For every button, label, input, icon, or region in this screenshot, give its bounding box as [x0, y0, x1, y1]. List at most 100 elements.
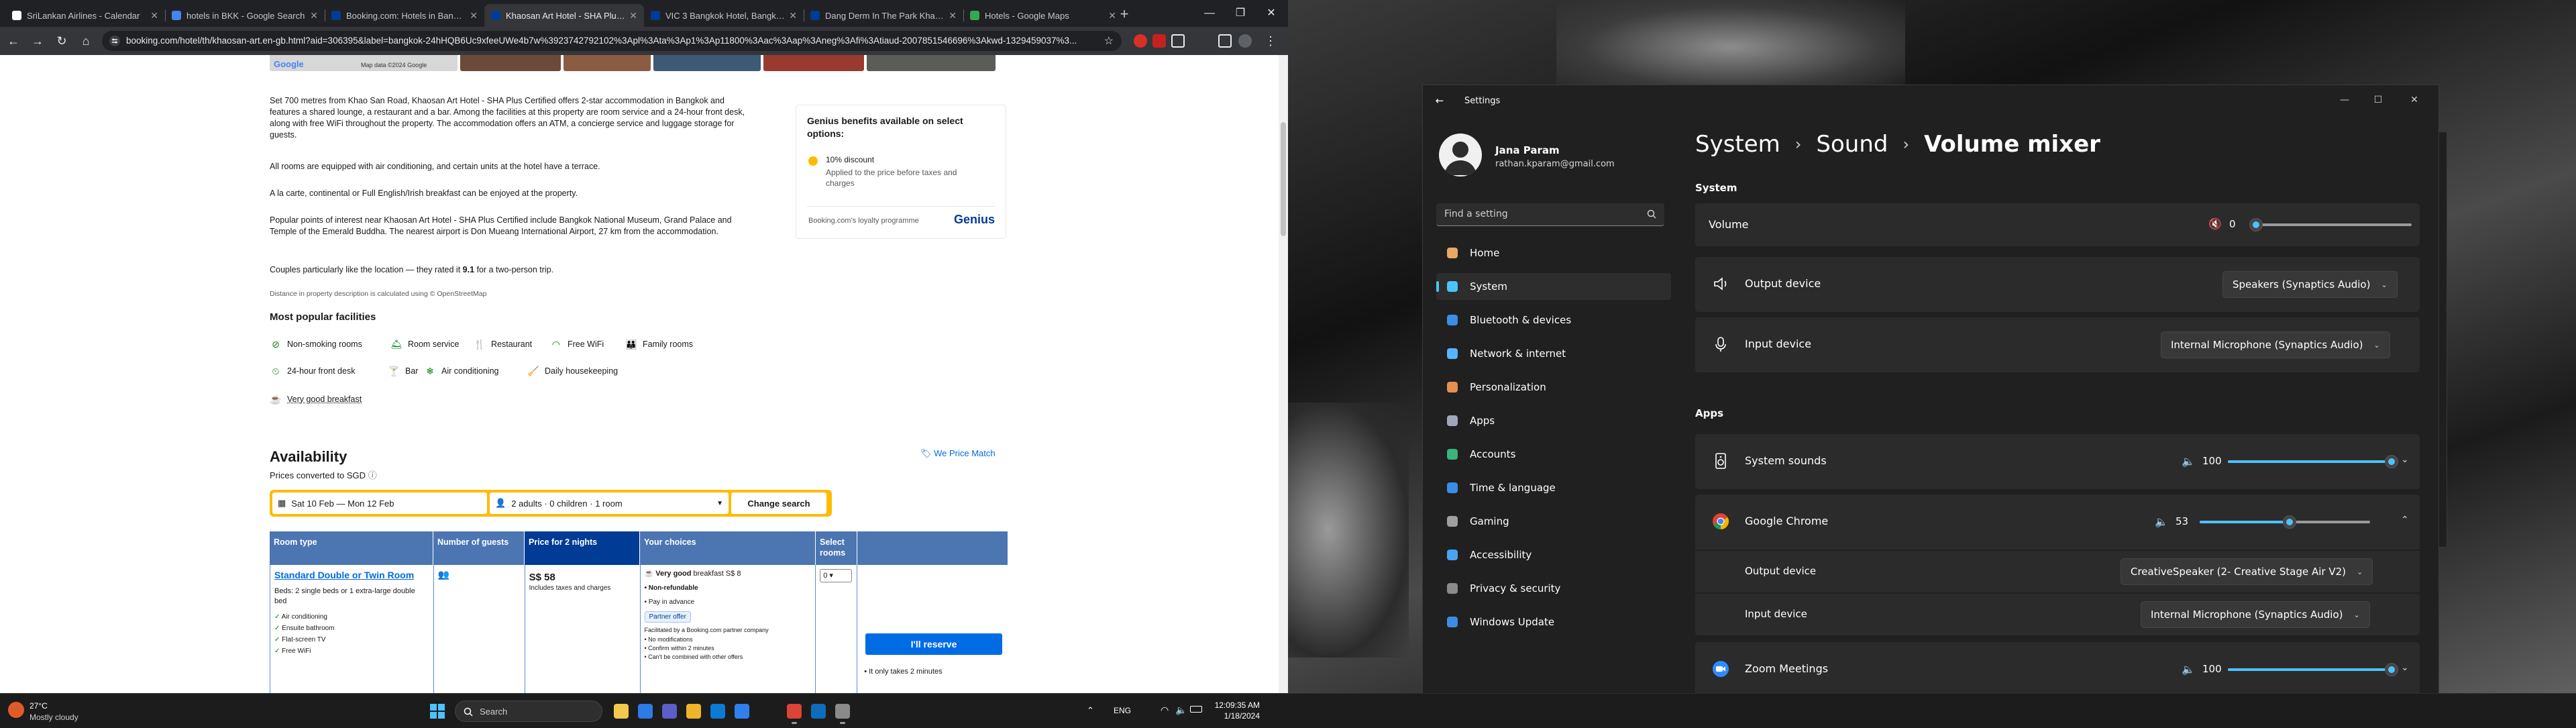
teams-taskbar-button[interactable] — [659, 700, 680, 722]
tab-6[interactable]: Dang Derm In The Park Khaosa... ✕ — [804, 4, 963, 27]
nav-item-home[interactable]: Home — [1436, 240, 1671, 266]
notes-taskbar-button[interactable] — [683, 700, 704, 722]
speaker-icon[interactable]: 🔈 — [2154, 515, 2169, 529]
speaker-mute-icon[interactable]: 🔇 — [2208, 217, 2222, 231]
site-info-icon[interactable] — [109, 35, 121, 47]
slider-thumb[interactable] — [2283, 515, 2296, 529]
slider-thumb[interactable] — [2385, 663, 2398, 676]
output-device-dropdown[interactable]: Speakers (Synaptics Audio) ⌄ — [2222, 271, 2398, 298]
slider-thumb[interactable] — [2249, 218, 2263, 231]
room-quantity-select[interactable]: 0 ▾ — [820, 569, 853, 582]
close-window-button[interactable]: ✕ — [1256, 0, 1287, 27]
nav-item-network-internet[interactable]: Network & internet — [1436, 340, 1671, 367]
maximize-button[interactable]: ❐ — [1225, 0, 1256, 27]
tab-close-icon[interactable]: ✕ — [789, 10, 797, 21]
nav-item-apps[interactable]: Apps — [1436, 407, 1671, 434]
language-indicator[interactable]: ENG — [1114, 706, 1131, 715]
volume-tray-icon[interactable]: 🔈 — [1175, 705, 1187, 716]
expand-chevron-icon[interactable]: ⌄ — [2401, 662, 2409, 673]
tab-2[interactable]: hotels in BKK - Google Search ✕ — [165, 4, 325, 27]
nav-item-accounts[interactable]: Accounts — [1436, 441, 1671, 468]
settings-gear-taskbar-button[interactable] — [832, 700, 853, 724]
col-price[interactable]: Price for 2 nights — [525, 531, 640, 565]
price-match-link[interactable]: 🏷 We Price Match — [920, 448, 996, 459]
windows-start-icon[interactable] — [429, 703, 445, 719]
tab-close-icon[interactable]: ✕ — [470, 10, 478, 21]
nav-item-personalization[interactable]: Personalization — [1436, 374, 1671, 401]
hotel-photo[interactable] — [867, 55, 996, 71]
speaker-icon[interactable]: 🔈 — [2181, 454, 2196, 469]
find-setting-input[interactable]: Find a setting — [1436, 203, 1664, 226]
hotel-photo[interactable] — [653, 55, 761, 71]
bookmark-star-icon[interactable]: ☆ — [1104, 34, 1114, 48]
room-name-link[interactable]: Standard Double or Twin Room — [274, 569, 429, 581]
extension-icon[interactable] — [1134, 34, 1147, 48]
nav-item-accessibility[interactable]: Accessibility — [1436, 541, 1671, 568]
clock[interactable]: 12:09:35 AM 1/18/2024 — [1213, 700, 1260, 721]
slider-thumb[interactable] — [2385, 455, 2398, 468]
nav-item-windows-update[interactable]: Windows Update — [1436, 609, 1671, 635]
tab-close-icon[interactable]: ✕ — [949, 10, 957, 21]
file-explorer-taskbar-button[interactable] — [610, 700, 632, 722]
speaker-icon[interactable]: 🔈 — [2181, 662, 2196, 677]
breadcrumb-sound[interactable]: Sound — [1816, 131, 1888, 158]
taskbar-search[interactable]: Search — [455, 700, 602, 722]
tab-close-icon[interactable]: ✕ — [310, 10, 318, 21]
back-arrow-icon[interactable]: ← — [1432, 93, 1447, 108]
page-scrollbar[interactable] — [1279, 55, 1288, 693]
nav-item-gaming[interactable]: Gaming — [1436, 508, 1671, 535]
chrome-output-dropdown[interactable]: CreativeSpeaker (2- Creative Stage Air V… — [2121, 558, 2373, 585]
back-icon[interactable]: ← — [4, 32, 23, 50]
collapse-chevron-icon[interactable]: ⌃ — [2401, 515, 2409, 525]
side-panel-icon[interactable] — [1218, 34, 1232, 48]
new-tab-button[interactable]: + — [1115, 5, 1134, 24]
vscode-taskbar-button[interactable] — [731, 700, 753, 722]
mail-taskbar-button[interactable] — [635, 700, 656, 722]
chrome-taskbar-taskbar-button[interactable] — [784, 700, 805, 724]
info-icon[interactable]: ⓘ — [368, 470, 377, 480]
tab-7[interactable]: Hotels - Google Maps ✕ — [963, 4, 1123, 27]
minimize-button[interactable]: — — [2335, 92, 2354, 108]
store-taskbar-button[interactable] — [707, 700, 729, 722]
app-volume-slider[interactable] — [2228, 662, 2398, 678]
maximize-button[interactable]: ☐ — [2369, 92, 2387, 108]
show-hidden-icons[interactable]: ⌃ — [1087, 705, 1094, 716]
scrollbar-thumb[interactable] — [1281, 122, 1286, 236]
map-thumbnail[interactable]: Google Map data ©2024 Google — [270, 55, 458, 71]
change-search-button[interactable]: Change search — [731, 492, 826, 514]
extensions-puzzle-icon[interactable] — [1171, 34, 1185, 48]
date-picker[interactable]: ▦ Sat 10 Feb — Mon 12 Feb — [272, 492, 487, 514]
expand-chevron-icon[interactable]: ⌄ — [2401, 454, 2409, 465]
input-device-dropdown[interactable]: Internal Microphone (Synaptics Audio) ⌄ — [2161, 331, 2390, 358]
battery-icon[interactable] — [1190, 706, 1202, 713]
guests-picker[interactable]: 👤 2 adults · 0 children · 1 room ▼ — [490, 492, 729, 514]
breadcrumb-system[interactable]: System — [1695, 131, 1780, 158]
nav-item-time-language[interactable]: Time & language — [1436, 474, 1671, 501]
tab-1[interactable]: SriLankan Airlines - Calendar ✕ — [5, 4, 165, 27]
forward-icon[interactable]: → — [28, 32, 47, 50]
app-volume-slider[interactable] — [2200, 514, 2370, 530]
reserve-button[interactable]: I'll reserve — [865, 633, 1002, 655]
facility-breakfast[interactable]: ☕ Very good breakfast — [270, 393, 362, 405]
tab-close-icon[interactable]: ✕ — [629, 10, 637, 21]
chrome-input-dropdown[interactable]: Internal Microphone (Synaptics Audio) ⌄ — [2141, 601, 2370, 628]
tab-3[interactable]: Booking.com: Hotels in Bangk... ✕ — [325, 4, 484, 27]
profile-avatar[interactable] — [1238, 34, 1252, 48]
hotel-photo[interactable] — [460, 55, 561, 71]
user-avatar[interactable] — [1439, 134, 1482, 176]
address-bar[interactable]: booking.com/hotel/th/khaosan-art.en-gb.h… — [102, 31, 1122, 51]
tab-close-icon[interactable]: ✕ — [150, 10, 158, 21]
nav-item-privacy-security[interactable]: Privacy & security — [1436, 575, 1671, 602]
app-volume-slider[interactable] — [2228, 454, 2398, 470]
wifi-icon[interactable]: ◠ — [1161, 705, 1169, 716]
master-volume-slider[interactable] — [2249, 217, 2412, 233]
nav-item-bluetooth-devices[interactable]: Bluetooth & devices — [1436, 307, 1671, 333]
tab-4[interactable]: Khaosan Art Hotel - SHA Plus ... ✕ — [484, 4, 644, 27]
home-icon[interactable]: ⌂ — [76, 32, 95, 50]
adblock-icon[interactable] — [1152, 34, 1166, 48]
outlook-taskbar-button[interactable] — [808, 700, 829, 722]
close-button[interactable]: ✕ — [2405, 92, 2424, 108]
hotel-photo[interactable] — [763, 55, 864, 71]
nav-item-system[interactable]: System — [1436, 273, 1671, 300]
hotel-photo[interactable] — [564, 55, 651, 71]
